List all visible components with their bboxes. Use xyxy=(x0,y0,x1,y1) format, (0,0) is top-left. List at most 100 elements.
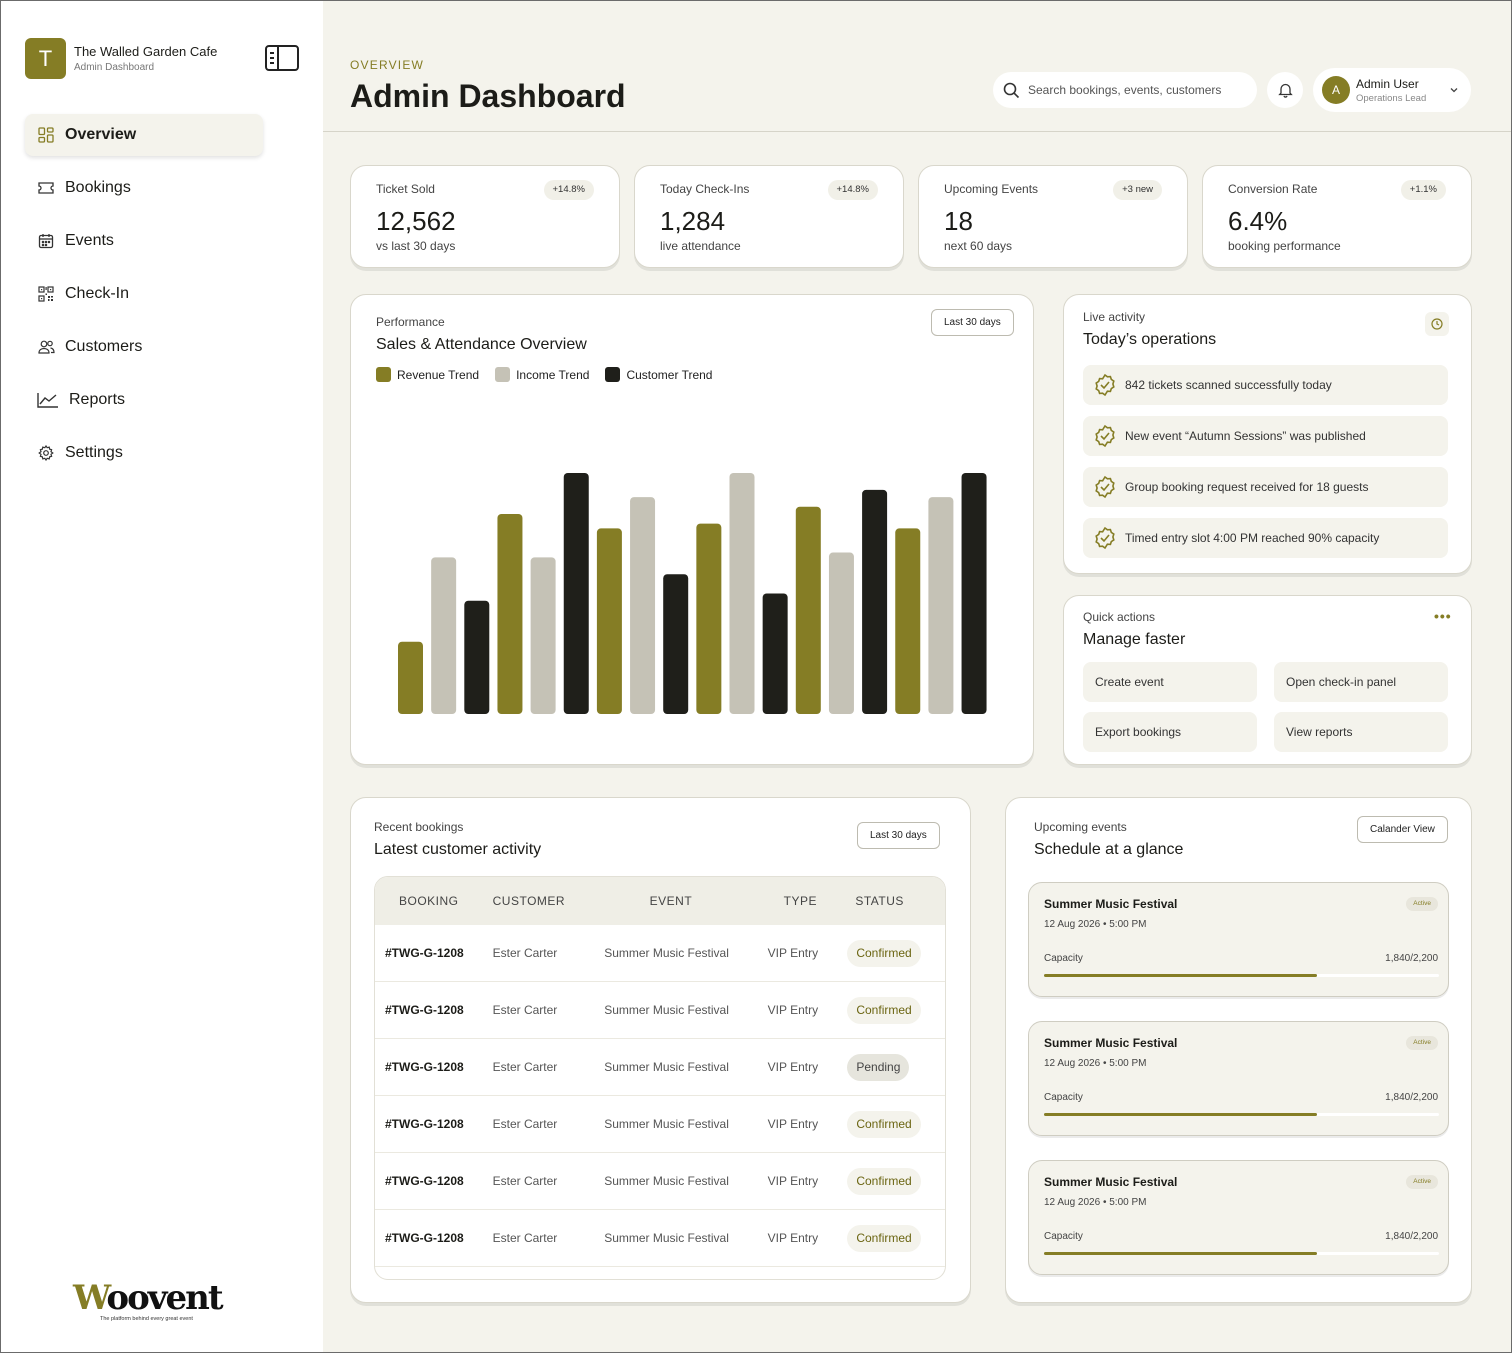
capacity-label: Capacity xyxy=(1044,953,1083,964)
calendar-icon xyxy=(37,232,55,250)
stat-sub: vs last 30 days xyxy=(376,239,456,253)
status-badge: Confirmed xyxy=(847,1224,921,1252)
chart-bar xyxy=(530,557,556,714)
sidebar-item-events[interactable]: Events xyxy=(25,220,263,262)
stat-card-conversion: Conversion Rate +1.1% 6.4% booking perfo… xyxy=(1202,165,1472,268)
view-reports-button[interactable]: View reports xyxy=(1274,712,1448,752)
bell-icon xyxy=(1277,83,1293,98)
customer-name: Ester Carter xyxy=(492,1117,558,1131)
search-bar[interactable] xyxy=(993,72,1257,108)
check-badge-icon xyxy=(1095,373,1115,397)
status-badge: Confirmed xyxy=(847,939,921,967)
status-badge: Confirmed xyxy=(847,1110,921,1138)
event-name: Summer Music Festival xyxy=(604,1117,729,1131)
activity-item: 842 tickets scanned successfully today xyxy=(1083,365,1448,405)
customer-name: Ester Carter xyxy=(492,1060,558,1074)
sidebar: T The Walled Garden Cafe Admin Dashboard… xyxy=(0,0,323,1353)
create-event-button[interactable]: Create event xyxy=(1083,662,1257,702)
sidebar-item-bookings[interactable]: Bookings xyxy=(25,167,263,209)
customer-name: Ester Carter xyxy=(492,1174,558,1188)
ticket-type: VIP Entry xyxy=(767,1060,819,1074)
notifications-button[interactable] xyxy=(1267,72,1303,108)
booking-id: #TWG-G-1208 xyxy=(385,1174,464,1188)
table-row[interactable]: #TWG-G-1208 Ester Carter Summer Music Fe… xyxy=(375,982,945,1039)
brand-name: The Walled Garden Cafe xyxy=(74,44,218,59)
performance-card: Performance Sales & Attendance Overview … xyxy=(350,294,1034,765)
sidebar-nav: Overview Bookings Events Check-In Custom… xyxy=(25,114,263,485)
chart-bar xyxy=(961,473,987,714)
capacity-bar-fill xyxy=(1044,974,1317,977)
event-card[interactable]: Summer Music Festival 12 Aug 2026 • 5:00… xyxy=(1028,882,1449,997)
customer-name: Ester Carter xyxy=(492,946,558,960)
clock-button[interactable] xyxy=(1425,312,1449,336)
check-badge-icon xyxy=(1095,475,1115,499)
chart-bar xyxy=(431,557,457,714)
live-activity-label: Live activity xyxy=(1083,310,1146,324)
ticket-type: VIP Entry xyxy=(767,1117,819,1131)
stat-card-checkins: Today Check-Ins +14.8% 1,284 live attend… xyxy=(634,165,904,268)
column-header[interactable]: BOOKING xyxy=(375,894,493,908)
sidebar-toggle-icon[interactable] xyxy=(265,45,299,71)
event-title: Summer Music Festival xyxy=(1044,1175,1178,1189)
sidebar-item-reports[interactable]: Reports xyxy=(25,379,263,421)
stat-sub: booking performance xyxy=(1228,239,1341,253)
user-menu[interactable]: A Admin User Operations Lead xyxy=(1313,68,1471,112)
stat-sub: next 60 days xyxy=(944,239,1013,253)
column-header[interactable]: EVENT xyxy=(604,894,767,908)
booking-id: #TWG-G-1208 xyxy=(385,1231,464,1245)
status-badge: Active xyxy=(1406,897,1438,911)
more-options-icon[interactable]: ••• xyxy=(1434,608,1452,624)
live-activity-card: Live activity Today’s operations 842 tic… xyxy=(1063,294,1472,574)
stat-value: 1,284 xyxy=(660,206,726,236)
table-row[interactable]: #TWG-G-1208 Ester Carter Summer Music Fe… xyxy=(375,1210,945,1267)
capacity-bar-fill xyxy=(1044,1252,1317,1255)
chart-bar xyxy=(563,473,589,714)
page-eyebrow: OVERVIEW xyxy=(350,58,425,72)
calendar-view-button[interactable]: Calander View xyxy=(1357,816,1448,843)
stat-card-upcoming-events: Upcoming Events +3 new 18 next 60 days xyxy=(918,165,1188,268)
stat-sub: live attendance xyxy=(660,239,741,253)
clock-icon xyxy=(1431,318,1443,330)
event-name: Summer Music Festival xyxy=(604,1231,729,1245)
sidebar-item-settings[interactable]: Settings xyxy=(25,432,263,474)
ticket-type: VIP Entry xyxy=(767,1174,819,1188)
woovent-logo: Woovent The platform behind every great … xyxy=(73,1280,224,1322)
ticket-type: VIP Entry xyxy=(767,1003,819,1017)
column-header[interactable]: STATUS xyxy=(847,894,945,908)
sidebar-item-check-in[interactable]: Check-In xyxy=(25,273,263,315)
event-title: Summer Music Festival xyxy=(1044,1036,1178,1050)
activity-text: Group booking request received for 18 gu… xyxy=(1125,480,1369,494)
table-row[interactable]: #TWG-G-1208 Ester Carter Summer Music Fe… xyxy=(375,925,945,982)
brand[interactable]: T The Walled Garden Cafe Admin Dashboard xyxy=(25,38,217,79)
recent-bookings-label: Recent bookings xyxy=(374,820,464,834)
column-header[interactable]: CUSTOMER xyxy=(493,894,605,908)
brand-subtitle: Admin Dashboard xyxy=(74,62,155,73)
activity-item: Timed entry slot 4:00 PM reached 90% cap… xyxy=(1083,518,1448,558)
status-badge: Active xyxy=(1406,1175,1438,1189)
capacity-label: Capacity xyxy=(1044,1231,1083,1242)
search-input[interactable] xyxy=(1028,83,1248,97)
chart-bar xyxy=(630,497,656,714)
check-badge-icon xyxy=(1095,424,1115,448)
table-header: BOOKING CUSTOMER EVENT TYPE STATUS xyxy=(375,877,945,925)
activity-text: New event “Autumn Sessions” was publishe… xyxy=(1125,429,1366,443)
capacity-label: Capacity xyxy=(1044,1092,1083,1103)
status-badge: Active xyxy=(1406,1036,1438,1050)
table-row[interactable]: #TWG-G-1208 Ester Carter Summer Music Fe… xyxy=(375,1039,945,1096)
open-check-in-panel-button[interactable]: Open check-in panel xyxy=(1274,662,1448,702)
event-card[interactable]: Summer Music Festival 12 Aug 2026 • 5:00… xyxy=(1028,1021,1449,1136)
status-badge: Pending xyxy=(847,1053,910,1081)
event-card[interactable]: Summer Music Festival 12 Aug 2026 • 5:00… xyxy=(1028,1160,1449,1275)
export-bookings-button[interactable]: Export bookings xyxy=(1083,712,1257,752)
bookings-range-button[interactable]: Last 30 days xyxy=(857,822,940,849)
check-badge-icon xyxy=(1095,526,1115,550)
column-header[interactable]: TYPE xyxy=(768,894,848,908)
sidebar-item-overview[interactable]: Overview xyxy=(25,114,263,156)
chart-bar xyxy=(663,574,689,714)
table-row[interactable]: #TWG-G-1208 Ester Carter Summer Music Fe… xyxy=(375,1096,945,1153)
chart-bar xyxy=(795,506,821,714)
live-activity-title: Today’s operations xyxy=(1083,331,1217,348)
sidebar-item-customers[interactable]: Customers xyxy=(25,326,263,368)
quick-actions-label: Quick actions xyxy=(1083,610,1156,624)
table-row[interactable]: #TWG-G-1208 Ester Carter Summer Music Fe… xyxy=(375,1153,945,1210)
